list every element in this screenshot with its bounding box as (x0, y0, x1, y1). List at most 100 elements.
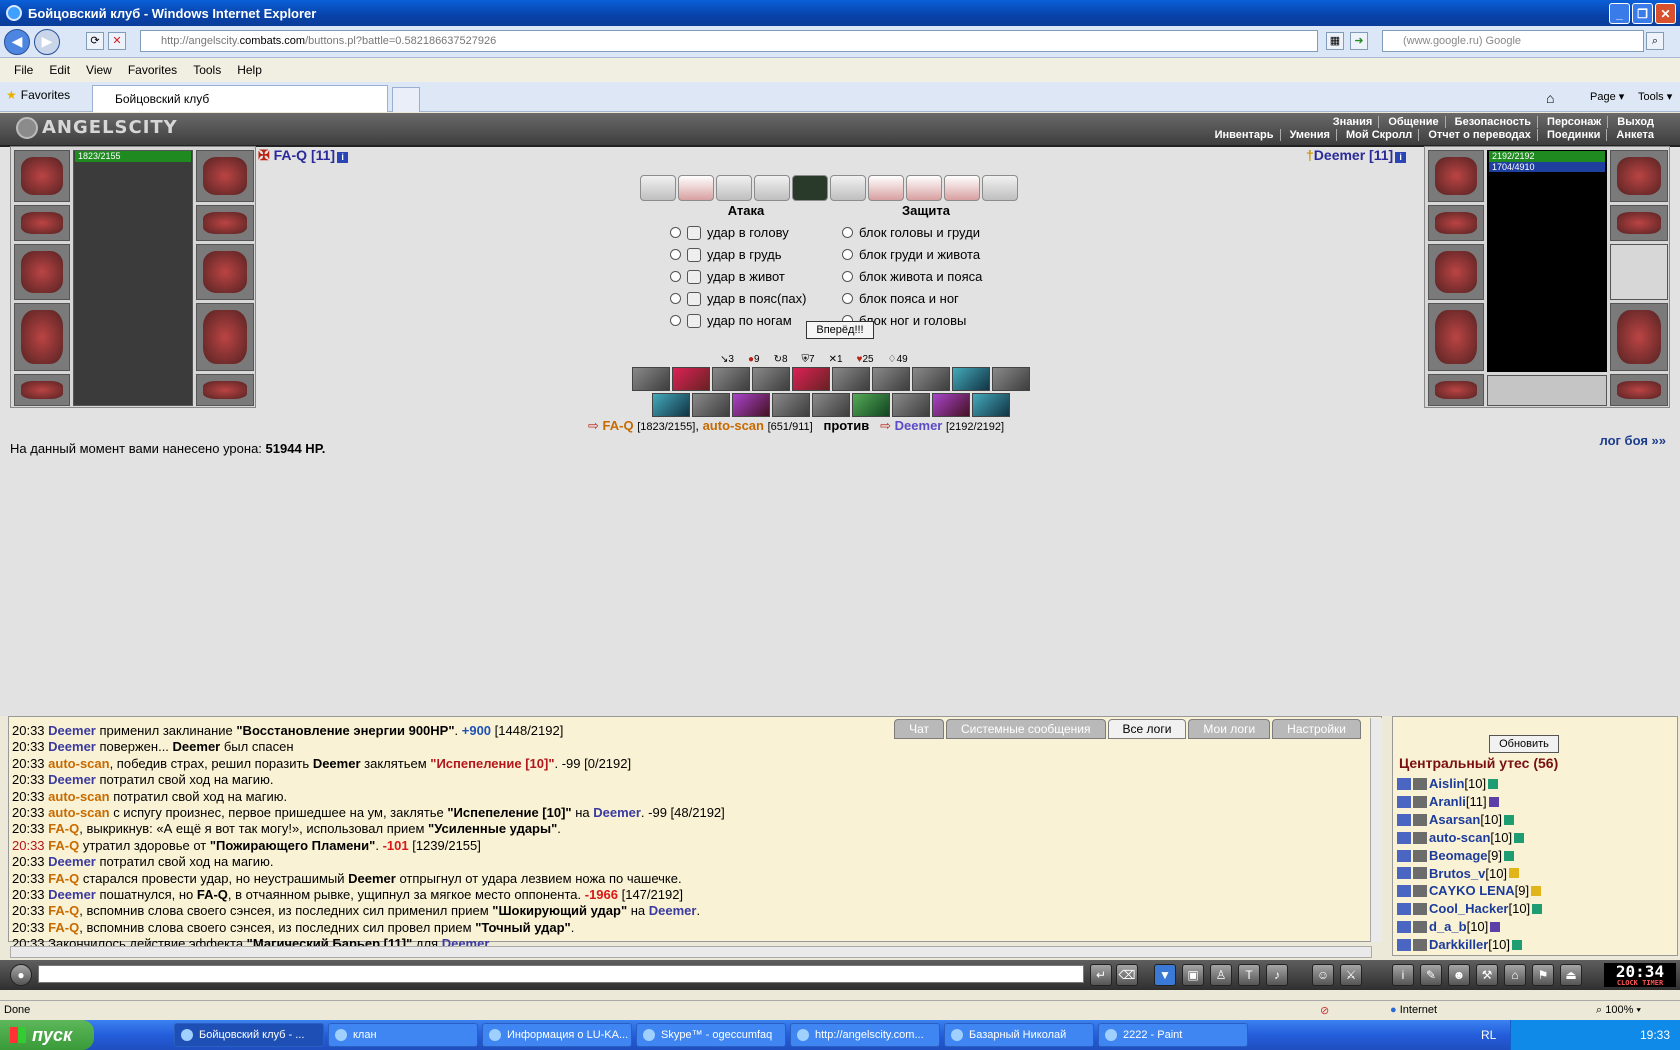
user-list-item[interactable]: Cool_Hacker [10] (1397, 900, 1667, 918)
enemy-weapon-slot[interactable] (1428, 244, 1484, 300)
scroll-slot-8[interactable] (906, 175, 942, 201)
ring-slot[interactable] (14, 374, 70, 406)
private-message-icon[interactable] (1397, 849, 1411, 862)
enemy-shield-slot[interactable] (1610, 244, 1668, 300)
taskbar-item[interactable]: клан (328, 1023, 478, 1047)
private-message-icon[interactable] (1397, 813, 1411, 826)
line-actor[interactable]: auto-scan (48, 805, 109, 820)
enemy-helmet-slot[interactable] (1428, 150, 1484, 202)
user-list-item[interactable]: САYKO LENA [9] (1397, 882, 1667, 900)
tab-chat[interactable]: Чат (894, 719, 944, 739)
scroll-icon[interactable]: ✎ (1420, 964, 1442, 986)
tools-menu[interactable]: Tools ▾ (1638, 90, 1672, 103)
line-actor[interactable]: auto-scan (48, 756, 109, 771)
block-chest-belly-option[interactable]: блок груди и живота (842, 247, 980, 262)
scroll-slot-1[interactable] (640, 175, 676, 201)
wrench-icon[interactable]: ⚒ (1476, 964, 1498, 986)
private-message-icon[interactable] (1397, 831, 1411, 844)
radio-icon[interactable] (842, 249, 853, 260)
private-message-icon[interactable] (1397, 795, 1411, 808)
menu-favorites[interactable]: Favorites (120, 63, 185, 77)
menu-file[interactable]: File (6, 63, 41, 77)
enemy-armor-slot[interactable] (1428, 303, 1484, 371)
skill-icon[interactable] (772, 393, 810, 417)
page-menu[interactable]: Page ▾ (1590, 90, 1624, 103)
line-actor[interactable]: Deemer (48, 739, 96, 754)
private-message-icon[interactable] (1397, 777, 1411, 790)
minimize-button[interactable]: _ (1609, 3, 1630, 24)
participant-name[interactable]: Deemer (895, 418, 943, 433)
nav-communication[interactable]: Общение (1382, 116, 1446, 128)
start-button[interactable]: пуск (0, 1020, 94, 1050)
weapon-right-slot[interactable] (196, 244, 254, 300)
block-belly-belt-option[interactable]: блок живота и пояса (842, 269, 982, 284)
checkbox-icon[interactable] (687, 247, 701, 262)
enemy-gloves-slot[interactable] (1610, 205, 1668, 241)
helmet-slot[interactable] (14, 150, 70, 202)
skill-icon[interactable] (632, 367, 670, 391)
bracers-slot[interactable] (14, 205, 70, 241)
menu-view[interactable]: View (78, 63, 120, 77)
ear-icon[interactable]: ♪ (1266, 964, 1288, 986)
tab-settings[interactable]: Настройки (1272, 719, 1361, 739)
taskbar-item[interactable]: 2222 - Paint (1098, 1023, 1248, 1047)
compat-view-icon[interactable]: ▦ (1326, 32, 1344, 50)
taskbar-item[interactable]: Информация о LU-KA... (482, 1023, 632, 1047)
taskbar-item[interactable]: Skype™ - ogeccumfaq (636, 1023, 786, 1047)
battle-log-link[interactable]: лог боя »» (1599, 433, 1666, 448)
skill-icon[interactable] (732, 393, 770, 417)
user-name[interactable]: Brutos_v (1429, 865, 1485, 883)
checkbox-icon[interactable] (687, 225, 701, 240)
user-name[interactable]: Darkkiller (1429, 936, 1488, 954)
scroll-slot-3[interactable] (716, 175, 752, 201)
save-icon[interactable]: ▣ (1182, 964, 1204, 986)
skill-icon[interactable] (752, 367, 790, 391)
user-info-icon[interactable] (1511, 940, 1522, 951)
nav-knowledge[interactable]: Знания (1326, 116, 1380, 128)
skill-icon[interactable] (992, 367, 1030, 391)
nav-battles[interactable]: Поединки (1540, 129, 1608, 141)
line-actor[interactable]: Deemer (48, 854, 96, 869)
menu-tools[interactable]: Tools (185, 63, 229, 77)
attack-chest-option[interactable]: удар в грудь (670, 247, 782, 262)
line-actor[interactable]: Deemer (48, 887, 96, 902)
nav-exit[interactable]: Выход (1611, 116, 1660, 128)
mask-icon[interactable]: ☻ (1448, 964, 1470, 986)
belt-items-grid[interactable] (73, 150, 193, 406)
private-message-icon[interactable] (1397, 903, 1411, 916)
private-message-icon[interactable] (1397, 921, 1411, 934)
skill-icon[interactable] (912, 367, 950, 391)
radio-icon[interactable] (670, 249, 681, 260)
leggings-slot[interactable] (196, 303, 254, 371)
user-info-icon[interactable] (1509, 868, 1520, 879)
address-input[interactable]: http://angelscity.combats.com/buttons.pl… (140, 30, 1318, 52)
boots-slot[interactable] (196, 374, 254, 406)
radio-icon[interactable] (842, 293, 853, 304)
tab-my-logs[interactable]: Мои логи (1188, 719, 1271, 739)
language-indicator[interactable]: RL (1481, 1028, 1496, 1042)
taskbar-item[interactable]: Базарный Николай (944, 1023, 1094, 1047)
scroll-slot-4[interactable] (754, 175, 790, 201)
line-actor[interactable]: auto-scan (48, 789, 109, 804)
skill-icon[interactable] (952, 367, 990, 391)
user-name[interactable]: Aislin (1429, 775, 1464, 793)
refresh-button[interactable]: Обновить (1489, 735, 1559, 753)
chat-menu-icon[interactable]: ● (10, 964, 32, 986)
skill-icon[interactable] (672, 367, 710, 391)
eraser-icon[interactable]: ⌫ (1116, 964, 1138, 986)
menu-edit[interactable]: Edit (41, 63, 78, 77)
nav-security[interactable]: Безопасность (1448, 116, 1538, 128)
enemy-boots-slot[interactable] (1610, 374, 1668, 406)
private-message-icon[interactable] (1397, 939, 1411, 952)
radio-icon[interactable] (670, 293, 681, 304)
gloves-slot[interactable] (196, 205, 254, 241)
user-info-icon[interactable] (1531, 886, 1542, 897)
checkbox-icon[interactable] (687, 313, 701, 328)
user-name[interactable]: Aranli (1429, 793, 1466, 811)
radio-icon[interactable] (842, 271, 853, 282)
user-list-item[interactable]: Beomage [9] (1397, 847, 1667, 865)
forward-button[interactable]: ▶ (34, 28, 60, 55)
line-actor[interactable]: FA-Q (48, 838, 79, 853)
radio-icon[interactable] (670, 271, 681, 282)
menu-help[interactable]: Help (229, 63, 270, 77)
